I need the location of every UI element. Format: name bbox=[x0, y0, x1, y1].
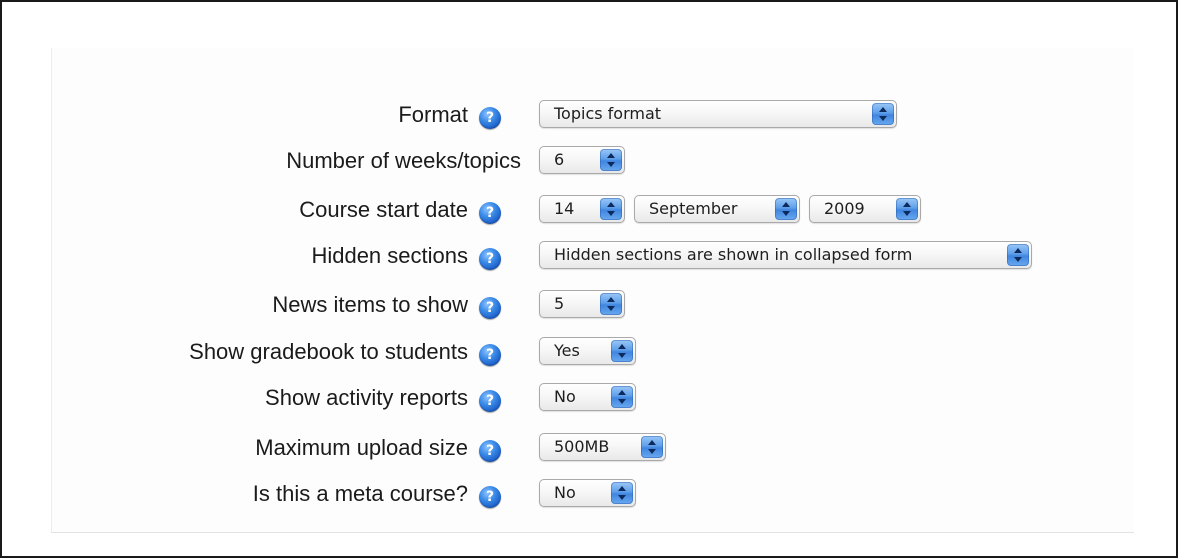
hidden-sections-select[interactable]: Hidden sections are shown in collapsed f… bbox=[539, 241, 1032, 269]
start-month-select-value: September bbox=[649, 199, 738, 218]
show-gradebook-label: Show gradebook to students bbox=[189, 339, 468, 364]
up-down-arrows-icon bbox=[600, 149, 622, 171]
form-row-number-of-weeks: Number of weeks/topics 6 bbox=[0, 145, 1178, 177]
hidden-sections-label: Hidden sections bbox=[311, 243, 468, 268]
number-of-weeks-select-value: 6 bbox=[554, 150, 565, 169]
up-down-arrows-icon bbox=[1007, 244, 1029, 266]
meta-course-label: Is this a meta course? bbox=[252, 481, 468, 506]
up-down-arrows-icon bbox=[641, 436, 663, 458]
start-day-select[interactable]: 14 bbox=[539, 195, 625, 223]
news-items-select[interactable]: 5 bbox=[539, 290, 625, 318]
news-items-select-value: 5 bbox=[554, 294, 565, 313]
show-gradebook-select[interactable]: Yes bbox=[539, 337, 636, 365]
show-activity-reports-label: Show activity reports bbox=[265, 385, 468, 410]
start-month-select[interactable]: September bbox=[634, 195, 800, 223]
form-row-show-activity-reports: Show activity reports ? No bbox=[0, 382, 1178, 414]
news-items-label: News items to show bbox=[272, 292, 468, 317]
form-row-show-gradebook: Show gradebook to students ? Yes bbox=[0, 336, 1178, 368]
up-down-arrows-icon bbox=[896, 198, 918, 220]
show-activity-reports-select-value: No bbox=[554, 387, 576, 406]
form-row-news-items: News items to show ? 5 bbox=[0, 289, 1178, 321]
maximum-upload-size-label: Maximum upload size bbox=[255, 435, 468, 460]
form-row-maximum-upload-size: Maximum upload size ? 500MB bbox=[0, 432, 1178, 464]
up-down-arrows-icon bbox=[611, 340, 633, 362]
format-select-value: Topics format bbox=[554, 104, 662, 123]
meta-course-help-icon[interactable]: ? bbox=[479, 486, 501, 508]
form-row-hidden-sections: Hidden sections ? Hidden sections are sh… bbox=[0, 240, 1178, 272]
form-row-course-start-date: Course start date ? 14 September 2009 bbox=[0, 194, 1178, 226]
show-activity-reports-select[interactable]: No bbox=[539, 383, 636, 411]
form-row-meta-course: Is this a meta course? ? No bbox=[0, 478, 1178, 510]
meta-course-select[interactable]: No bbox=[539, 479, 636, 507]
up-down-arrows-icon bbox=[775, 198, 797, 220]
format-select[interactable]: Topics format bbox=[539, 100, 897, 128]
up-down-arrows-icon bbox=[600, 198, 622, 220]
maximum-upload-size-select-value: 500MB bbox=[554, 437, 610, 456]
course-start-date-label: Course start date bbox=[299, 197, 468, 222]
up-down-arrows-icon bbox=[600, 293, 622, 315]
format-label: Format bbox=[398, 102, 468, 127]
number-of-weeks-label: Number of weeks/topics bbox=[286, 148, 521, 173]
format-help-icon[interactable]: ? bbox=[479, 107, 501, 129]
start-day-select-value: 14 bbox=[554, 199, 575, 218]
start-year-select[interactable]: 2009 bbox=[809, 195, 921, 223]
hidden-sections-help-icon[interactable]: ? bbox=[479, 248, 501, 270]
up-down-arrows-icon bbox=[872, 103, 894, 125]
up-down-arrows-icon bbox=[611, 482, 633, 504]
form-row-format: Format ? Topics format bbox=[0, 99, 1178, 131]
number-of-weeks-select[interactable]: 6 bbox=[539, 146, 625, 174]
course-start-date-help-icon[interactable]: ? bbox=[479, 202, 501, 224]
maximum-upload-size-help-icon[interactable]: ? bbox=[479, 440, 501, 462]
up-down-arrows-icon bbox=[611, 386, 633, 408]
start-year-select-value: 2009 bbox=[824, 199, 865, 218]
maximum-upload-size-select[interactable]: 500MB bbox=[539, 433, 666, 461]
hidden-sections-select-value: Hidden sections are shown in collapsed f… bbox=[554, 245, 913, 264]
show-gradebook-select-value: Yes bbox=[554, 341, 580, 360]
news-items-help-icon[interactable]: ? bbox=[479, 297, 501, 319]
show-activity-reports-help-icon[interactable]: ? bbox=[479, 390, 501, 412]
show-gradebook-help-icon[interactable]: ? bbox=[479, 344, 501, 366]
meta-course-select-value: No bbox=[554, 483, 576, 502]
